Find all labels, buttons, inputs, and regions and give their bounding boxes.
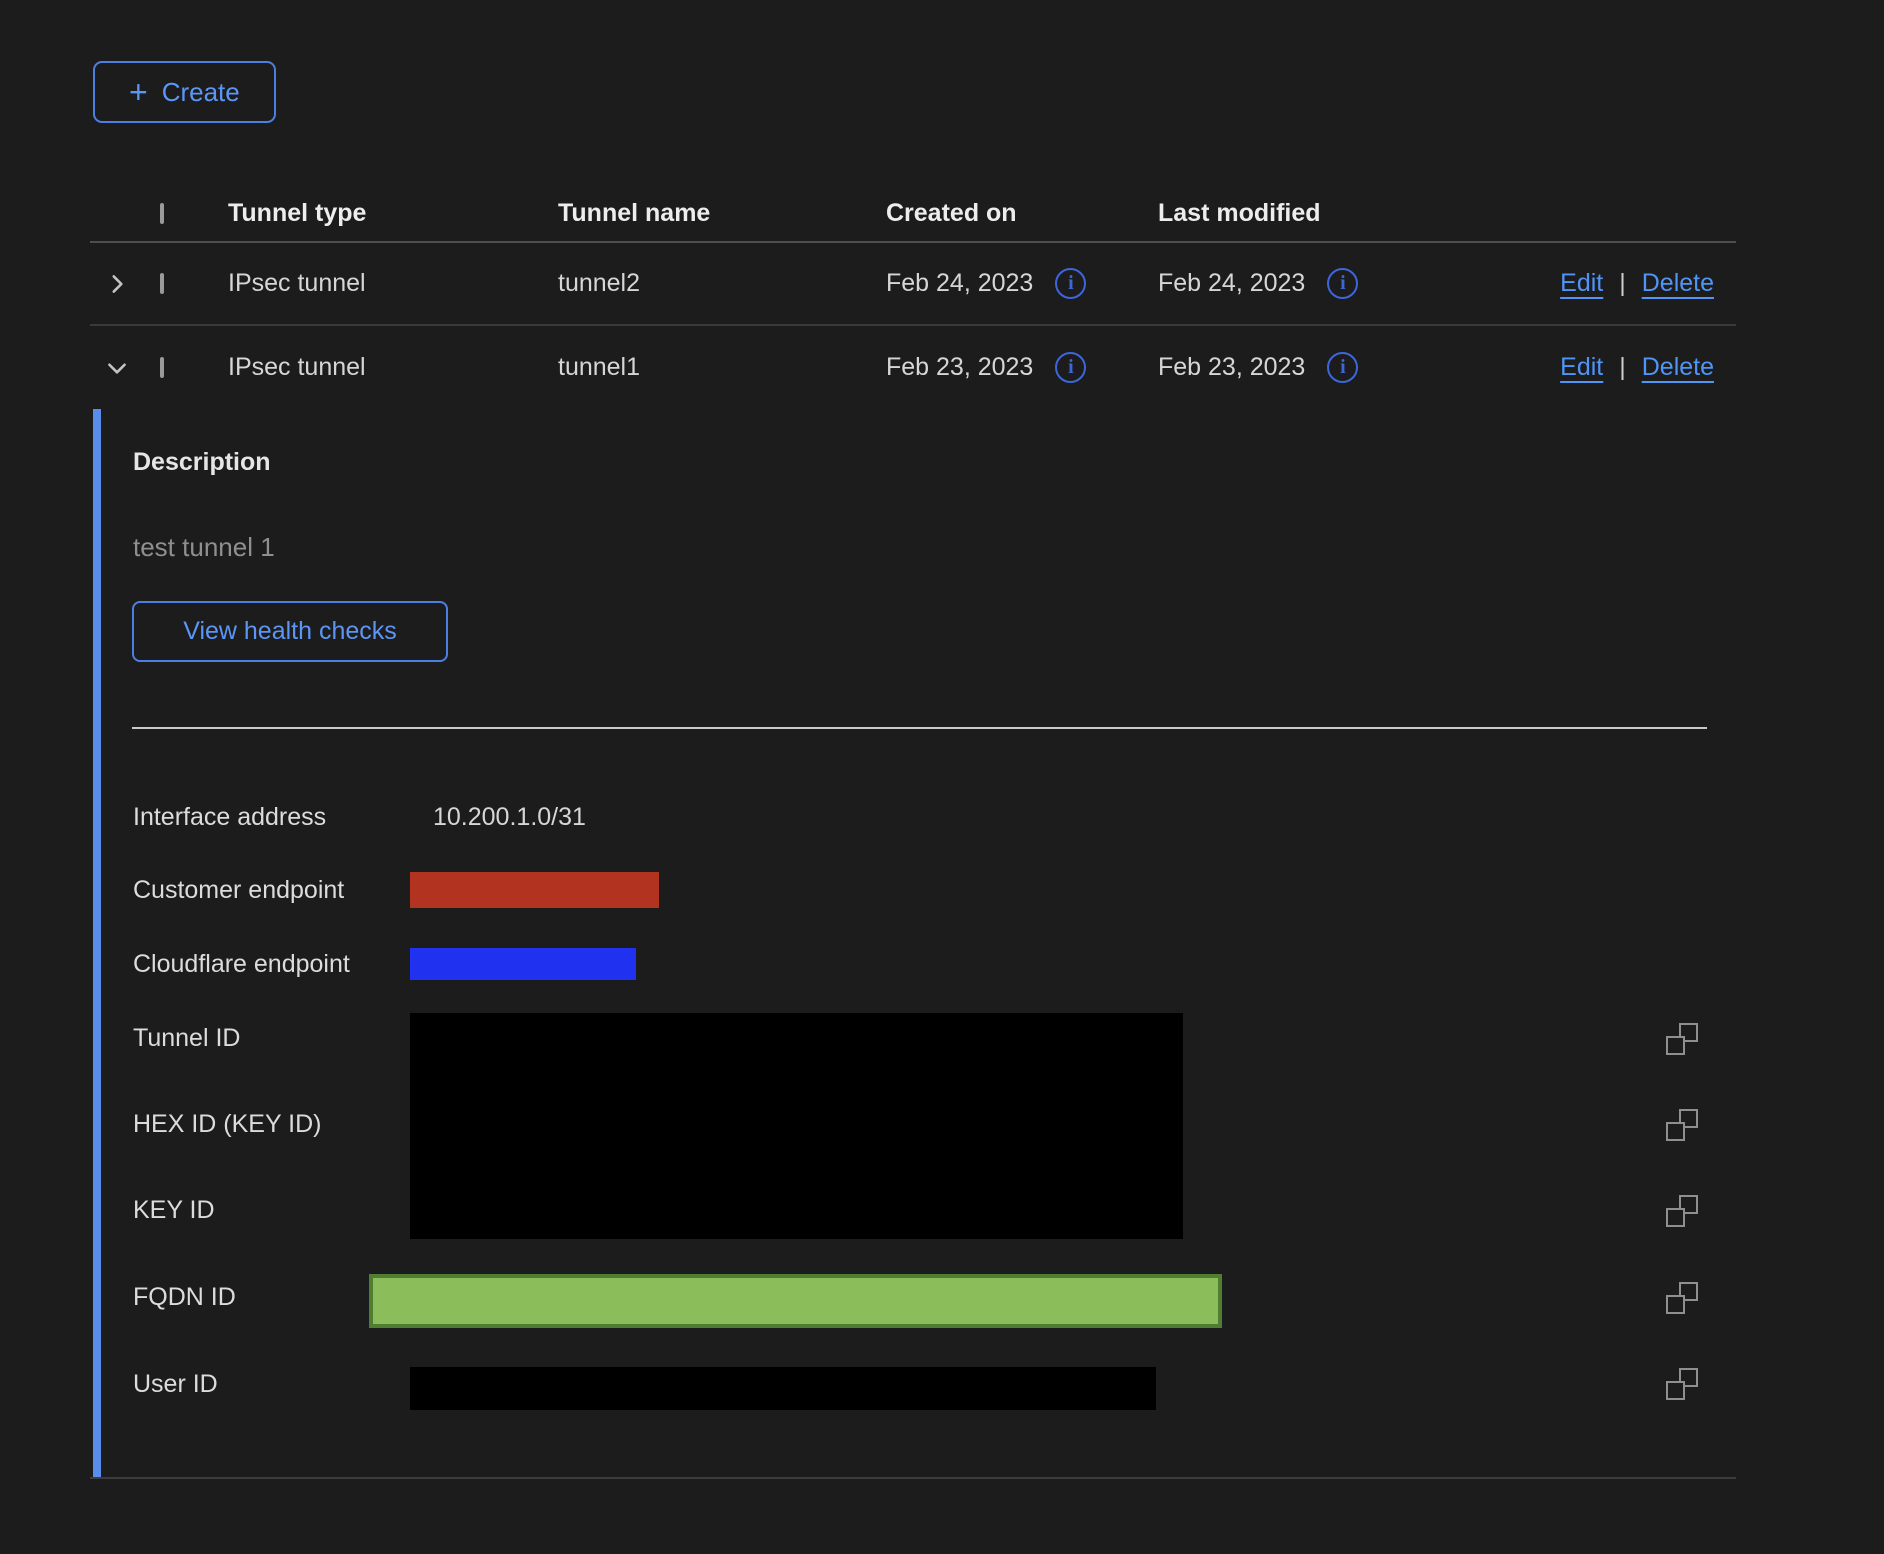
chevron-down-icon[interactable] [90, 355, 160, 381]
chevron-right-icon[interactable] [90, 271, 160, 297]
key-id-label: KEY ID [133, 1194, 215, 1226]
customer-endpoint-redacted-value [410, 872, 659, 908]
expansion-accent-bar [93, 409, 101, 1477]
customer-endpoint-label: Customer endpoint [133, 874, 344, 906]
cloudflare-endpoint-redacted-value [410, 948, 636, 980]
action-separator: | [1619, 269, 1626, 298]
copy-icon-front [1666, 1122, 1685, 1141]
copy-icon[interactable] [1666, 1023, 1698, 1055]
description-value: test tunnel 1 [133, 531, 275, 563]
header-last-modified: Last modified [1158, 199, 1530, 228]
copy-icon[interactable] [1666, 1282, 1698, 1314]
fqdn-id-label: FQDN ID [133, 1281, 236, 1313]
cell-tunnel-name: tunnel2 [558, 269, 886, 298]
delete-link[interactable]: Delete [1642, 353, 1714, 382]
row-checkbox[interactable] [160, 273, 164, 294]
table-row: IPsec tunnel tunnel1 Feb 23, 2023 i Feb … [90, 326, 1736, 409]
header-tunnel-name: Tunnel name [558, 199, 886, 228]
fqdn-id-redacted-value [369, 1274, 1222, 1328]
row-checkbox[interactable] [160, 357, 164, 378]
hex-id-label: HEX ID (KEY ID) [133, 1108, 321, 1140]
cell-last-modified: Feb 23, 2023 [1158, 353, 1305, 382]
panel-divider [132, 727, 1707, 729]
copy-icon-front [1666, 1036, 1685, 1055]
info-icon[interactable]: i [1327, 352, 1358, 383]
table-row: IPsec tunnel tunnel2 Feb 24, 2023 i Feb … [90, 243, 1736, 326]
interface-address-value: 10.200.1.0/31 [433, 801, 586, 833]
ids-redacted-value [410, 1013, 1183, 1239]
info-icon[interactable]: i [1055, 352, 1086, 383]
cell-tunnel-type: IPsec tunnel [228, 269, 558, 298]
plus-icon: + [129, 76, 148, 108]
edit-link[interactable]: Edit [1560, 353, 1603, 382]
info-icon[interactable]: i [1055, 268, 1086, 299]
create-button-label: Create [162, 77, 240, 108]
description-label: Description [133, 446, 271, 478]
expanded-row-panel: Description test tunnel 1 View health ch… [90, 409, 1736, 1479]
view-health-checks-button[interactable]: View health checks [132, 601, 448, 662]
copy-icon[interactable] [1666, 1368, 1698, 1400]
interface-address-label: Interface address [133, 801, 326, 833]
info-icon[interactable]: i [1327, 268, 1358, 299]
user-id-label: User ID [133, 1368, 218, 1400]
view-health-checks-label: View health checks [183, 617, 397, 646]
copy-icon-front [1666, 1208, 1685, 1227]
cell-created-on: Feb 24, 2023 [886, 269, 1033, 298]
delete-link[interactable]: Delete [1642, 269, 1714, 298]
header-tunnel-type: Tunnel type [228, 199, 558, 228]
cell-created-on: Feb 23, 2023 [886, 353, 1033, 382]
copy-icon[interactable] [1666, 1195, 1698, 1227]
create-button[interactable]: + Create [93, 61, 276, 123]
tunnel-id-label: Tunnel ID [133, 1022, 240, 1054]
cell-last-modified: Feb 24, 2023 [1158, 269, 1305, 298]
tunnels-table: Tunnel type Tunnel name Created on Last … [90, 186, 1736, 1479]
cloudflare-endpoint-label: Cloudflare endpoint [133, 948, 350, 980]
copy-icon-front [1666, 1381, 1685, 1400]
cell-tunnel-name: tunnel1 [558, 353, 886, 382]
copy-icon[interactable] [1666, 1109, 1698, 1141]
table-header-row: Tunnel type Tunnel name Created on Last … [90, 186, 1736, 243]
cell-tunnel-type: IPsec tunnel [228, 353, 558, 382]
action-separator: | [1619, 353, 1626, 382]
select-all-checkbox[interactable] [160, 203, 164, 224]
copy-icon-front [1666, 1295, 1685, 1314]
header-created-on: Created on [886, 199, 1158, 228]
edit-link[interactable]: Edit [1560, 269, 1603, 298]
user-id-redacted-value [410, 1367, 1156, 1410]
